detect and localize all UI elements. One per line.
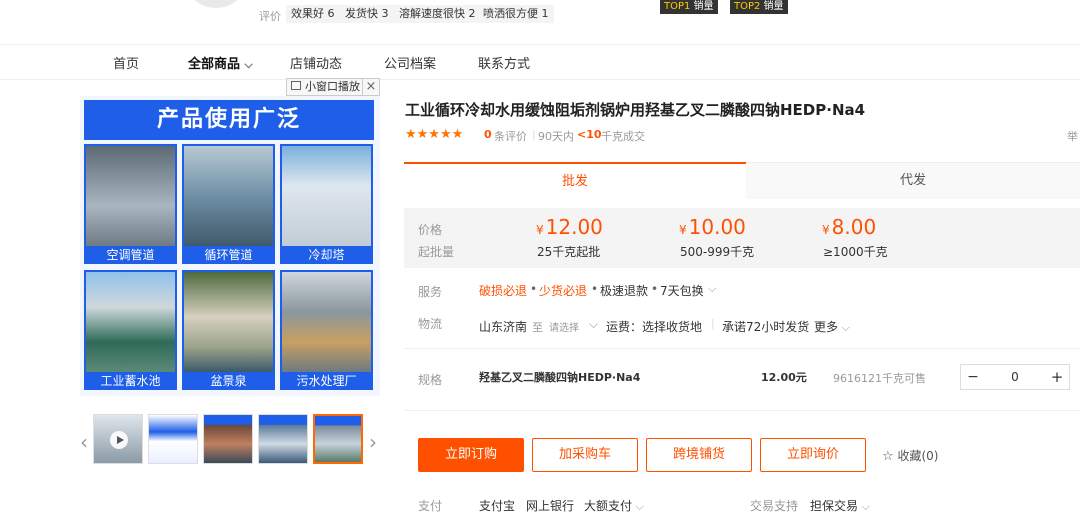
sales-prefix: 90天内 xyxy=(538,130,574,143)
photo-tile: 冷却塔 xyxy=(280,144,373,264)
logistics-label: 物流 xyxy=(418,317,443,331)
tier-price: ¥8.00 xyxy=(822,215,877,239)
shop-nav xyxy=(0,44,1080,80)
photo-tile: 空调管道 xyxy=(84,144,177,264)
divider xyxy=(404,410,1080,411)
tier-range: ≥1000千克 xyxy=(823,245,888,259)
photo-tile: 工业蓄水池 xyxy=(84,270,177,390)
report-link[interactable]: 举 xyxy=(1067,128,1078,144)
photo-tile: 盆景泉 xyxy=(182,270,275,390)
review-tag[interactable]: 效果好 6 xyxy=(286,5,340,23)
payment-method: 支付宝 xyxy=(479,499,516,513)
tab-wholesale[interactable]: 批发 xyxy=(404,162,746,198)
spec-name: 羟基乙叉二膦酸四钠HEDP·Na4 xyxy=(479,371,641,384)
image-thumbnail[interactable] xyxy=(148,414,198,464)
star-rating-icon: ★★★★★ xyxy=(405,127,464,142)
tab-dropship[interactable]: 代发 xyxy=(746,163,1080,199)
to-word: 至 xyxy=(532,321,543,334)
nav-home[interactable]: 首页 xyxy=(113,53,139,72)
chevron-down-icon[interactable]: ⌵ xyxy=(708,282,716,296)
sales-value: <10 xyxy=(577,128,602,141)
tier-price: ¥12.00 xyxy=(536,215,603,239)
review-label: 评价 xyxy=(259,10,281,23)
plus-button[interactable]: + xyxy=(1045,365,1069,389)
video-thumbnail[interactable] xyxy=(93,414,143,464)
play-icon xyxy=(110,431,128,449)
review-tag[interactable]: 发货快 3 xyxy=(340,5,394,23)
service-label: 服务 xyxy=(418,285,443,299)
review-tag[interactable]: 溶解速度很快 2 xyxy=(394,5,481,23)
cross-border-button[interactable]: 跨境铺货 xyxy=(646,438,752,472)
ship-from: 山东济南 xyxy=(479,320,528,334)
separator: • xyxy=(591,282,599,296)
service-item[interactable]: 极速退款 xyxy=(600,282,648,299)
close-icon[interactable]: × xyxy=(362,78,380,96)
tv-icon xyxy=(291,81,301,90)
trade-support-label: 交易支持 xyxy=(750,499,799,513)
chevron-down-icon: ⌵ xyxy=(244,58,253,71)
more-logistics-link[interactable]: 更多 ⌵ xyxy=(814,318,850,335)
review-suffix: 条评价 xyxy=(494,130,527,143)
freight-text: 运费：选择收货地 xyxy=(606,320,703,334)
main-product-image[interactable]: 产品使用广泛 空调管道 循环管道 冷却塔 工业蓄水池 盆景泉 污水处理厂 xyxy=(80,96,380,396)
star-icon: ☆ xyxy=(882,449,894,464)
ship-promise: 承诺72小时发货 xyxy=(722,320,810,334)
sales-suffix: 千克成交 xyxy=(601,130,645,143)
image-banner: 产品使用广泛 xyxy=(84,100,374,140)
payment-method: 网上银行 xyxy=(526,499,575,513)
divider xyxy=(404,348,1080,349)
quantity-input[interactable]: 0 xyxy=(985,365,1045,389)
spec-label: 规格 xyxy=(418,373,443,387)
payment-label: 支付 xyxy=(418,499,443,513)
image-thumbnail[interactable] xyxy=(203,414,253,464)
tier-range: 25千克起批 xyxy=(537,245,601,259)
quantity-stepper: − 0 + xyxy=(960,364,1070,390)
mini-window-play-button[interactable]: 小窗口播放 xyxy=(286,78,365,96)
image-thumbnail[interactable] xyxy=(258,414,308,464)
service-item[interactable]: 少货必退 xyxy=(539,282,587,299)
tier-price: ¥10.00 xyxy=(679,215,746,239)
payment-method[interactable]: 大额支付 ⌵ xyxy=(584,497,644,514)
product-title: 工业循环冷却水用缓蚀阻垢剂锅炉用羟基乙叉二膦酸四钠HEDP·Na4 xyxy=(405,101,866,119)
tier-range: 500-999千克 xyxy=(680,245,755,259)
thumb-next-arrow[interactable]: › xyxy=(369,430,377,454)
separator: • xyxy=(651,282,659,296)
review-count[interactable]: 0 xyxy=(484,128,492,141)
chevron-down-icon[interactable]: ⌵ xyxy=(589,317,598,332)
service-item[interactable]: 7天包换 xyxy=(660,282,704,299)
rank-badge: TOP2 销量 xyxy=(730,0,788,14)
favorite-button[interactable]: ☆ 收藏(0) xyxy=(882,447,938,464)
nav-all-products[interactable]: 全部商品 ⌵ xyxy=(188,53,253,72)
rank-badge: TOP1 销量 xyxy=(660,0,718,14)
add-to-cart-button[interactable]: 加采购车 xyxy=(532,438,638,472)
destination-select[interactable]: 请选择 xyxy=(549,319,579,334)
minus-button[interactable]: − xyxy=(961,365,985,389)
review-tag[interactable]: 喷洒很方便 1 xyxy=(478,5,554,23)
shop-avatar xyxy=(190,0,242,8)
nav-shop-news[interactable]: 店铺动态 xyxy=(290,53,342,72)
divider: | xyxy=(711,317,715,330)
photo-tile: 污水处理厂 xyxy=(280,270,373,390)
moq-label: 起批量 xyxy=(418,245,455,259)
thumb-prev-arrow[interactable]: ‹ xyxy=(80,430,88,454)
spec-price: 12.00元 xyxy=(761,371,807,384)
trade-support-value[interactable]: 担保交易 ⌵ xyxy=(810,497,870,514)
divider: | xyxy=(532,128,536,141)
service-item[interactable]: 破损必退 xyxy=(479,282,527,299)
inquiry-button[interactable]: 立即询价 xyxy=(760,438,866,472)
separator: • xyxy=(530,282,538,296)
price-label: 价格 xyxy=(418,223,443,237)
spec-stock: 9616121千克可售 xyxy=(833,372,926,385)
nav-contact[interactable]: 联系方式 xyxy=(478,53,530,72)
photo-tile: 循环管道 xyxy=(182,144,275,264)
image-thumbnail-selected[interactable] xyxy=(313,414,363,464)
nav-company-profile[interactable]: 公司档案 xyxy=(384,53,436,72)
order-now-button[interactable]: 立即订购 xyxy=(418,438,524,472)
